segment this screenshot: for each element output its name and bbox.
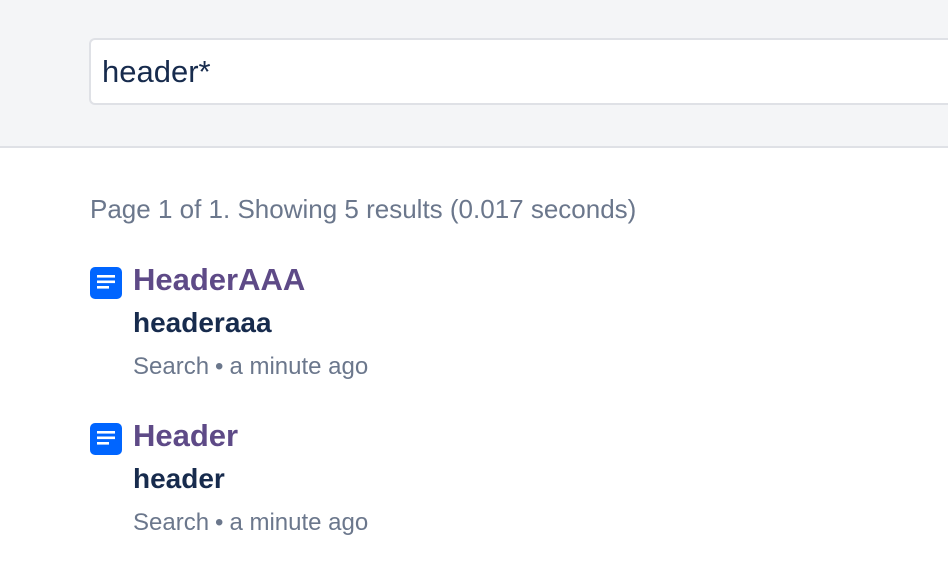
- result-space: Search: [133, 353, 210, 380]
- result-title-link[interactable]: Header: [133, 418, 238, 454]
- search-header: [0, 0, 948, 148]
- result-excerpt: headeraaa: [133, 307, 272, 338]
- search-input[interactable]: [89, 38, 948, 105]
- meta-separator: •: [215, 509, 224, 536]
- result-meta: Search • a minute ago: [133, 353, 368, 381]
- result-meta: Search • a minute ago: [133, 509, 368, 537]
- result-excerpt: header: [133, 463, 225, 494]
- results-summary: Page 1 of 1. Showing 5 results (0.017 se…: [90, 194, 637, 224]
- result-space: Search: [133, 509, 210, 536]
- result-time: a minute ago: [229, 509, 369, 536]
- result-title-link[interactable]: HeaderAAA: [133, 262, 305, 298]
- page-icon: [90, 423, 122, 455]
- result-time: a minute ago: [229, 353, 369, 380]
- meta-separator: •: [215, 353, 224, 380]
- page-icon: [90, 267, 122, 299]
